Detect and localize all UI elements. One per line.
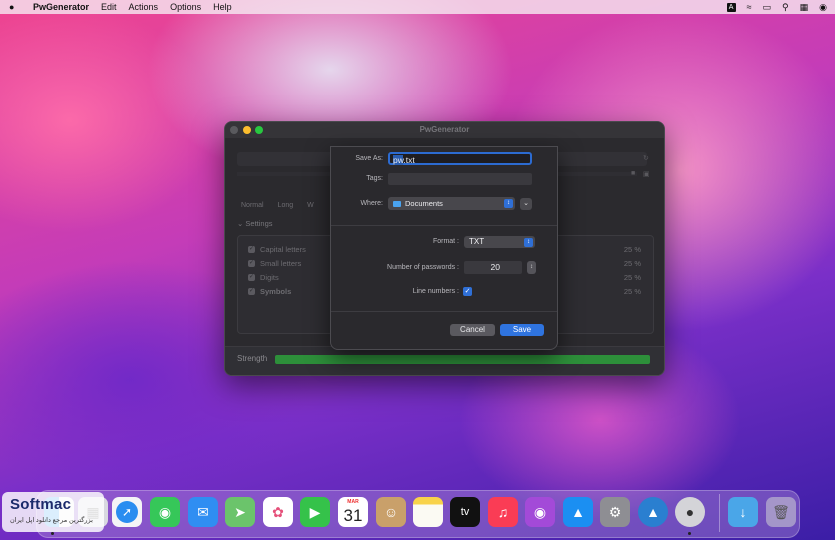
filename-field[interactable]: pw.txt — [388, 152, 532, 165]
mail-icon[interactable]: ✉ — [188, 497, 218, 527]
music-icon[interactable]: ♫ — [488, 497, 518, 527]
keyboard-input-icon[interactable]: A — [726, 2, 736, 12]
facetime-icon[interactable]: ▶ — [300, 497, 330, 527]
notes-icon[interactable] — [413, 497, 443, 527]
format-select[interactable]: TXT ↕ — [464, 236, 535, 248]
system-preferences-icon[interactable]: ⚙ — [600, 497, 630, 527]
dock-separator — [719, 494, 720, 532]
checkbox[interactable]: ✓ — [248, 260, 255, 267]
downloads-folder-icon[interactable]: ↓ — [728, 497, 758, 527]
menu-edit[interactable]: Edit — [101, 2, 117, 12]
refresh-icon[interactable]: ↻ — [643, 154, 649, 162]
where-value: Documents — [405, 199, 443, 208]
setting-percent: 25 % — [623, 259, 641, 268]
tags-label: Tags: — [366, 175, 383, 182]
setting-percent: 25 % — [623, 245, 641, 254]
copy-icon[interactable]: ▣ — [643, 170, 650, 178]
photos-icon[interactable]: ✿ — [263, 497, 293, 527]
save-as-label: Save As: — [355, 155, 383, 162]
setting-label: Symbols — [260, 287, 292, 296]
search-icon[interactable]: ⚲ — [782, 2, 789, 13]
safari-icon[interactable]: ➚ — [112, 497, 142, 527]
popup-arrows-icon: ↕ — [524, 238, 533, 247]
strength-panel: Strength — [225, 346, 664, 375]
window-title: PwGenerator — [419, 125, 470, 134]
podcasts-icon[interactable]: ◉ — [525, 497, 555, 527]
siri-icon[interactable]: ◉ — [819, 2, 827, 13]
divider — [331, 225, 557, 226]
setting-label: Small letters — [260, 259, 302, 268]
num-passwords-field[interactable]: 20 — [464, 261, 522, 274]
calendar-month: MAR — [347, 499, 359, 505]
wifi-icon[interactable]: ≈ — [747, 2, 752, 12]
setting-row[interactable]: ✓ Digits — [248, 273, 279, 282]
apple-tv-icon[interactable]: tv — [450, 497, 480, 527]
maps-icon[interactable]: ➤ — [225, 497, 255, 527]
running-indicator — [688, 532, 691, 535]
setting-label: Capital letters — [260, 245, 306, 254]
tab-normal[interactable]: Normal — [241, 202, 264, 209]
tags-field[interactable] — [388, 173, 532, 185]
tv-label: tv — [460, 506, 470, 518]
setting-row[interactable]: ✓ Symbols — [248, 287, 291, 296]
apple-menu-icon[interactable]: ● — [9, 2, 25, 12]
altimeter-app-icon[interactable]: ▲ — [638, 497, 668, 527]
where-label: Where: — [360, 200, 383, 207]
menu-actions[interactable]: Actions — [129, 2, 159, 12]
watermark-logo: Softmac بزرگترین مرجع دانلود اپل ایران — [2, 492, 104, 532]
tab-long[interactable]: Long — [278, 202, 294, 209]
checkbox[interactable]: ✓ — [248, 288, 255, 295]
line-numbers-checkbox[interactable]: ✓ — [463, 287, 472, 296]
control-center-icon[interactable]: ▦ — [800, 2, 809, 13]
num-passwords-stepper[interactable]: ↕ — [527, 261, 536, 274]
calendar-icon[interactable]: MAR 31 — [338, 497, 368, 527]
mode-tabs: Normal Long W — [241, 202, 314, 209]
calendar-day: 31 — [343, 506, 363, 525]
trash-icon[interactable]: 🗑 — [766, 497, 796, 527]
settings-header[interactable]: ⌄ Settings — [237, 219, 273, 228]
filename-selected: pw — [393, 155, 404, 165]
thumbs-icon[interactable]: ■ — [631, 170, 635, 177]
watermark-subtitle: بزرگترین مرجع دانلود اپل ایران — [10, 517, 93, 524]
strength-label: Strength — [237, 354, 268, 363]
pwgenerator-app-icon[interactable]: ● — [675, 497, 705, 527]
strength-meter — [275, 355, 650, 364]
filename-extension: .txt — [403, 155, 415, 165]
settings-label: Settings — [245, 219, 273, 228]
contacts-icon[interactable]: ☺ — [376, 497, 406, 527]
setting-row[interactable]: ✓ Capital letters — [248, 245, 306, 254]
format-label: Format : — [432, 238, 459, 245]
messages-icon[interactable]: ◉ — [150, 497, 180, 527]
cancel-button[interactable]: Cancel — [450, 324, 495, 336]
menu-app-name[interactable]: PwGenerator — [33, 2, 89, 12]
expand-button[interactable]: ⌄ — [520, 198, 532, 210]
setting-percent: 25 % — [623, 287, 641, 296]
setting-percent: 25 % — [623, 273, 641, 282]
chevron-down-icon: ⌄ — [237, 219, 244, 228]
tab-w[interactable]: W — [307, 202, 314, 209]
checkbox[interactable]: ✓ — [248, 274, 255, 281]
setting-label: Digits — [260, 273, 279, 282]
menu-bar: ● PwGenerator Edit Actions Options Help … — [0, 0, 835, 14]
divider — [331, 311, 557, 312]
status-area: A ≈ ▭ ⚲ ▦ ◉ — [726, 0, 827, 14]
app-store-icon[interactable]: ▲ — [563, 497, 593, 527]
menu-options[interactable]: Options — [170, 2, 201, 12]
popup-arrows-icon: ↕ — [504, 199, 513, 208]
format-value: TXT — [469, 237, 485, 246]
save-button[interactable]: Save — [500, 324, 544, 336]
running-indicator — [51, 532, 54, 535]
window-titlebar[interactable]: PwGenerator — [225, 122, 664, 138]
watermark-name: Softmac — [10, 496, 72, 513]
save-dialog: Save As: pw.txt Tags: Where: Documents ↕… — [330, 146, 558, 350]
line-numbers-label: Line numbers : — [412, 288, 459, 295]
checkbox[interactable]: ✓ — [248, 246, 255, 253]
menu-help[interactable]: Help — [213, 2, 232, 12]
where-select[interactable]: Documents ↕ — [388, 197, 515, 210]
num-passwords-label: Number of passwords : — [387, 264, 459, 271]
setting-row[interactable]: ✓ Small letters — [248, 259, 301, 268]
battery-icon[interactable]: ▭ — [763, 2, 772, 13]
folder-icon — [393, 200, 401, 207]
